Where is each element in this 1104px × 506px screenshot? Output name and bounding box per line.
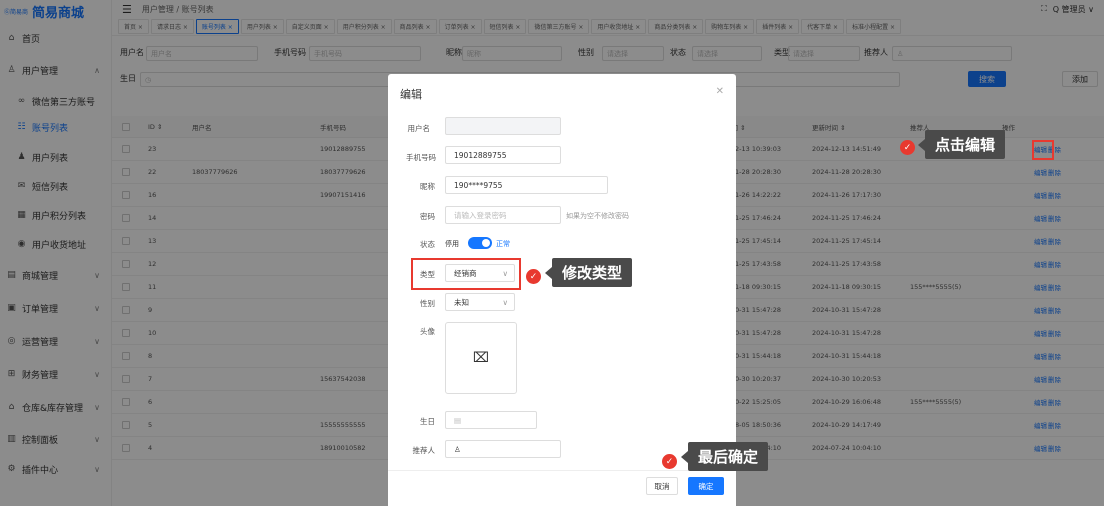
callout-modify-type: 修改类型	[544, 258, 633, 287]
status-off-label: 停用	[445, 240, 459, 248]
username-label: 用户名	[407, 124, 431, 133]
callout-click-edit: 点击编辑	[917, 130, 1006, 159]
gender-label: 性别	[420, 299, 435, 308]
password-field[interactable]: 请输入登录密码	[445, 206, 561, 224]
avatar-label: 头像	[420, 327, 435, 336]
camera-icon: ⌧	[472, 350, 490, 366]
confirm-button[interactable]: 确定	[688, 477, 724, 495]
type-highlight-box	[411, 258, 521, 290]
dialog-footer	[388, 470, 736, 471]
nickname-label: 昵称	[420, 182, 435, 191]
status-label: 状态	[420, 240, 435, 249]
avatar-upload[interactable]: ⌧	[445, 322, 517, 394]
check-icon: ✓	[900, 140, 915, 155]
birthday-picker[interactable]: ▤	[445, 411, 537, 429]
phone-field[interactable]: 19012889755	[445, 146, 561, 164]
birthday-label: 生日	[420, 417, 435, 426]
referrer-label: 推荐人	[412, 446, 436, 455]
password-label: 密码	[420, 212, 435, 221]
status-on-label: 正常	[496, 240, 510, 248]
referrer-field[interactable]: ♙	[445, 440, 561, 458]
cancel-button[interactable]: 取消	[646, 477, 678, 495]
edit-highlight-box	[1032, 140, 1054, 160]
user-icon: ♙	[454, 444, 461, 454]
check-icon: ✓	[662, 454, 677, 469]
dialog-title: 编辑	[400, 88, 422, 101]
username-field[interactable]	[445, 117, 561, 135]
password-hint: 如果为空不修改密码	[566, 212, 629, 220]
gender-select[interactable]: 未知 ∨	[445, 293, 515, 311]
callout-final-confirm: 最后确定	[680, 442, 769, 471]
check-icon: ✓	[526, 269, 541, 284]
calendar-icon: ▤	[454, 415, 462, 425]
edit-dialog: 编辑 ✕ 用户名 手机号码 19012889755 昵称 190****9755…	[388, 74, 736, 506]
chevron-down-icon: ∨	[502, 297, 509, 307]
close-icon[interactable]: ✕	[716, 86, 724, 97]
status-toggle[interactable]	[468, 237, 492, 249]
phone-label: 手机号码	[406, 153, 436, 162]
nickname-field[interactable]: 190****9755	[445, 176, 608, 194]
